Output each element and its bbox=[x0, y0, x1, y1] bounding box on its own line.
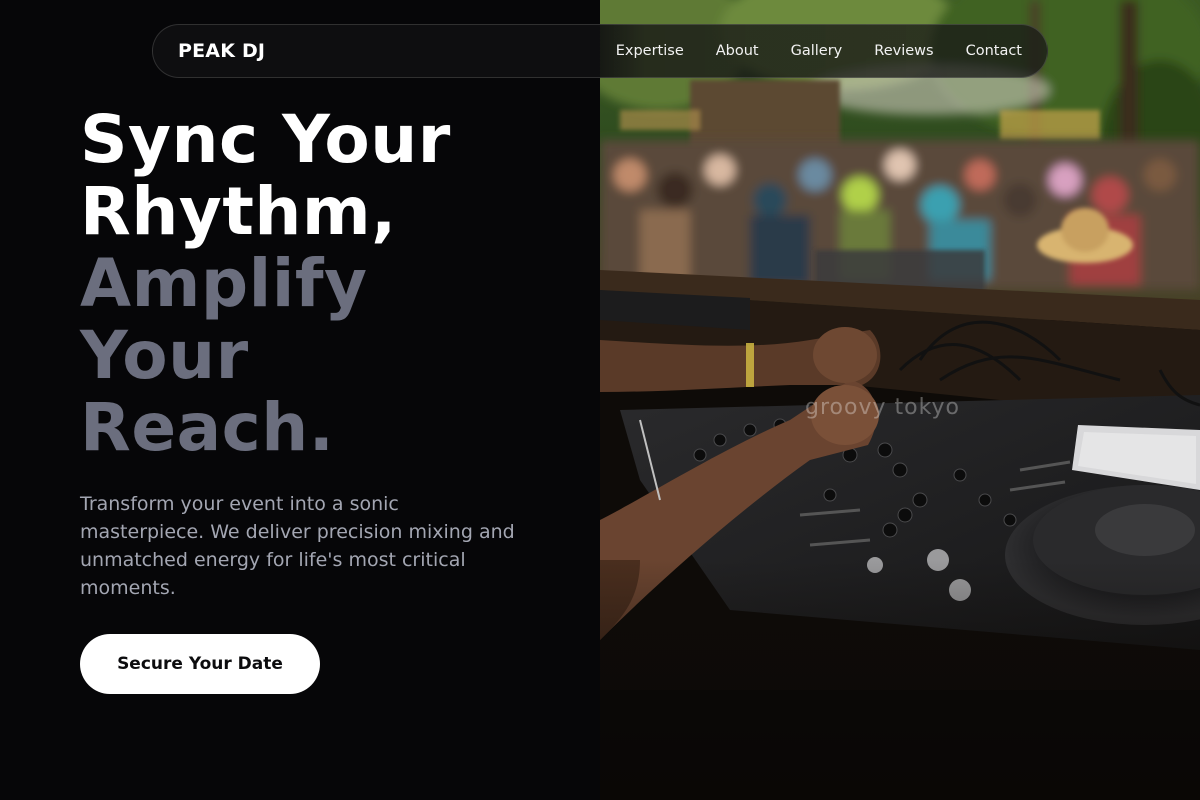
nav-link-reviews[interactable]: Reviews bbox=[874, 43, 933, 59]
nav-link-contact[interactable]: Contact bbox=[966, 43, 1022, 59]
headline-line: Rhythm, bbox=[80, 173, 397, 250]
nav-link-gallery[interactable]: Gallery bbox=[791, 43, 843, 59]
headline-line-muted: Reach. bbox=[80, 389, 335, 466]
hero-image: groovy tokyo bbox=[600, 0, 1200, 800]
nav-link-about[interactable]: About bbox=[716, 43, 759, 59]
top-navbar: PEAK DJ Expertise About Gallery Reviews … bbox=[152, 24, 1048, 78]
headline-line-muted: Amplify bbox=[80, 245, 368, 322]
hero-subtext: Transform your event into a sonic master… bbox=[80, 493, 515, 599]
headline-line: Sync Your bbox=[80, 101, 451, 178]
nav-links: Expertise About Gallery Reviews Contact bbox=[616, 43, 1022, 59]
hero-headline: Sync Your Rhythm, Amplify Your Reach. bbox=[80, 104, 590, 464]
dj-photo-illustration: groovy tokyo bbox=[600, 0, 1200, 800]
brand-logo[interactable]: PEAK DJ bbox=[178, 40, 265, 62]
headline-line-muted: Your bbox=[80, 317, 249, 394]
nav-link-expertise[interactable]: Expertise bbox=[616, 43, 684, 59]
photo-watermark: groovy tokyo bbox=[805, 395, 960, 420]
secure-your-date-button[interactable]: Secure Your Date bbox=[80, 634, 320, 694]
